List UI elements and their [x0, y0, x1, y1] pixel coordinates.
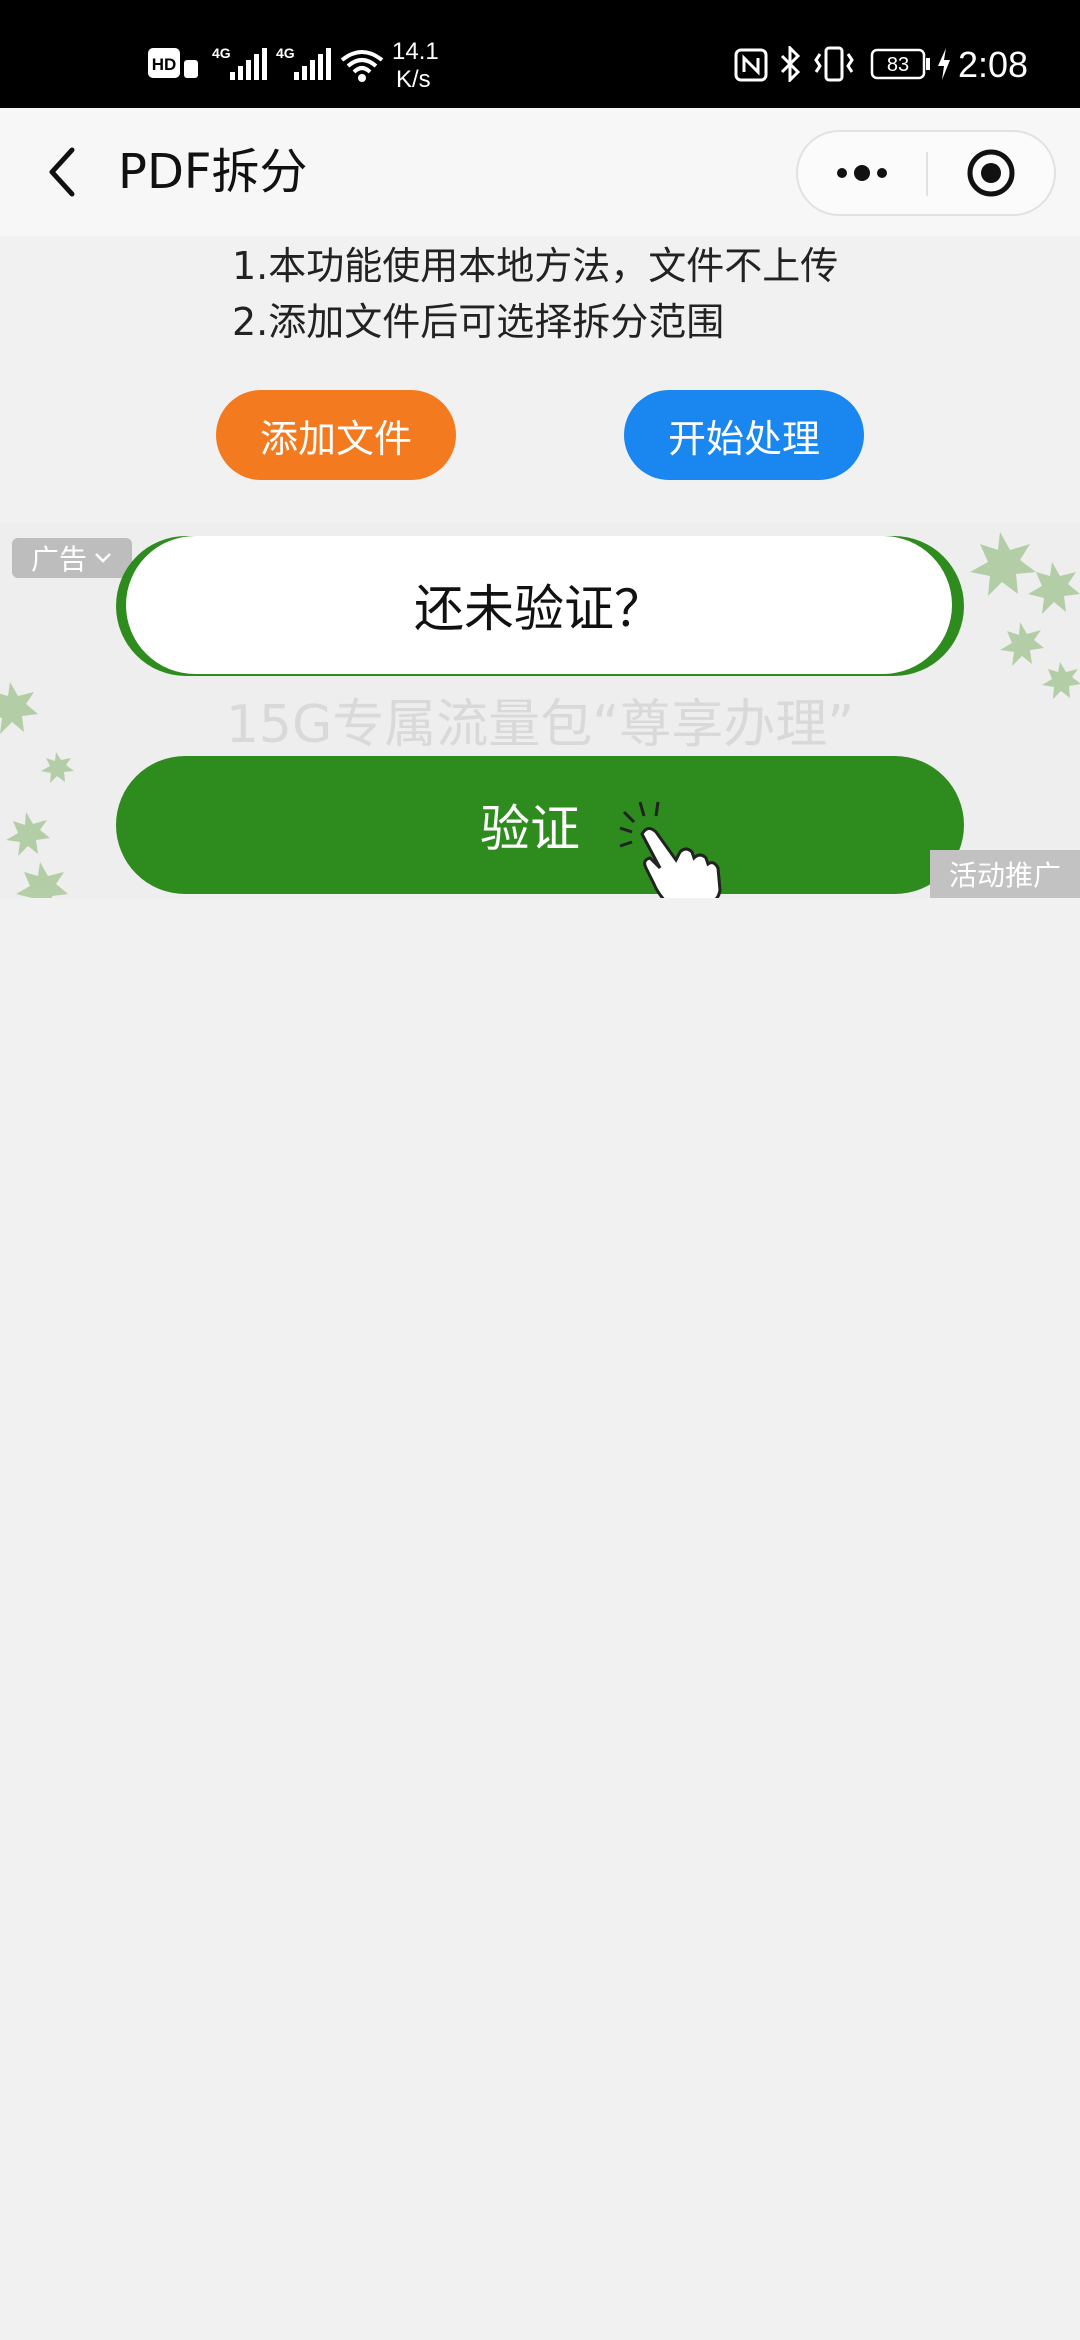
- chevron-down-icon: [95, 553, 111, 563]
- verify-button-label: 验证: [480, 800, 580, 858]
- svg-text:HD: HD: [152, 55, 177, 74]
- nfc-icon: [734, 48, 768, 86]
- more-dots-icon: [837, 165, 887, 181]
- promo-text: 15G专属流量包“尊享办理”: [225, 695, 855, 755]
- network-speed-unit: K/s: [396, 66, 431, 93]
- hd-icon: HD: [148, 48, 200, 86]
- close-button[interactable]: [928, 132, 1054, 214]
- note-line-1: 1.本功能使用本地方法，文件不上传: [232, 244, 839, 288]
- verify-question-box: 还未验证？: [116, 536, 964, 676]
- wifi-icon: [340, 48, 384, 86]
- note-line-2: 2.添加文件后可选择拆分范围: [232, 300, 725, 344]
- nav-bar: PDF拆分: [0, 108, 1080, 236]
- charging-icon: [936, 48, 952, 84]
- vibrate-icon: [814, 46, 854, 86]
- chevron-left-icon: [49, 147, 75, 197]
- svg-text:4G: 4G: [276, 45, 295, 61]
- ad-label-text: 广告: [30, 543, 87, 576]
- svg-text:4G: 4G: [212, 45, 231, 61]
- back-button[interactable]: [30, 138, 94, 206]
- leaves-decoration-left: [0, 682, 74, 898]
- signal-sim1-icon: 4G: [212, 44, 268, 88]
- tap-hand-icon: [619, 801, 722, 898]
- verify-question-text: 还未验证？: [126, 536, 952, 674]
- battery-icon: 83: [870, 48, 932, 84]
- svg-text:83: 83: [887, 54, 909, 76]
- signal-sim2-icon: 4G: [276, 44, 332, 88]
- ad-label[interactable]: 广告: [12, 538, 132, 578]
- page-title: PDF拆分: [118, 144, 308, 200]
- status-bar: HD 4G 4G 14.1 K/s 83 2:08: [0, 0, 1080, 108]
- network-speed-value: 14.1: [392, 38, 439, 65]
- add-file-button[interactable]: 添加文件: [216, 390, 456, 480]
- verify-button[interactable]: 验证: [116, 756, 964, 894]
- bluetooth-icon: [778, 44, 802, 86]
- more-button[interactable]: [798, 132, 926, 214]
- leaves-decoration-right: [970, 532, 1080, 699]
- close-target-icon: [967, 149, 1015, 197]
- clock: 2:08: [958, 44, 1029, 85]
- promo-tag: 活动推广: [930, 850, 1080, 898]
- start-process-button[interactable]: 开始处理: [624, 390, 864, 480]
- ad-banner[interactable]: 广告 还未验证？ 15G专属流量包“尊享办理” 验证 活动推广: [0, 522, 1080, 898]
- mini-program-capsule: [796, 130, 1056, 216]
